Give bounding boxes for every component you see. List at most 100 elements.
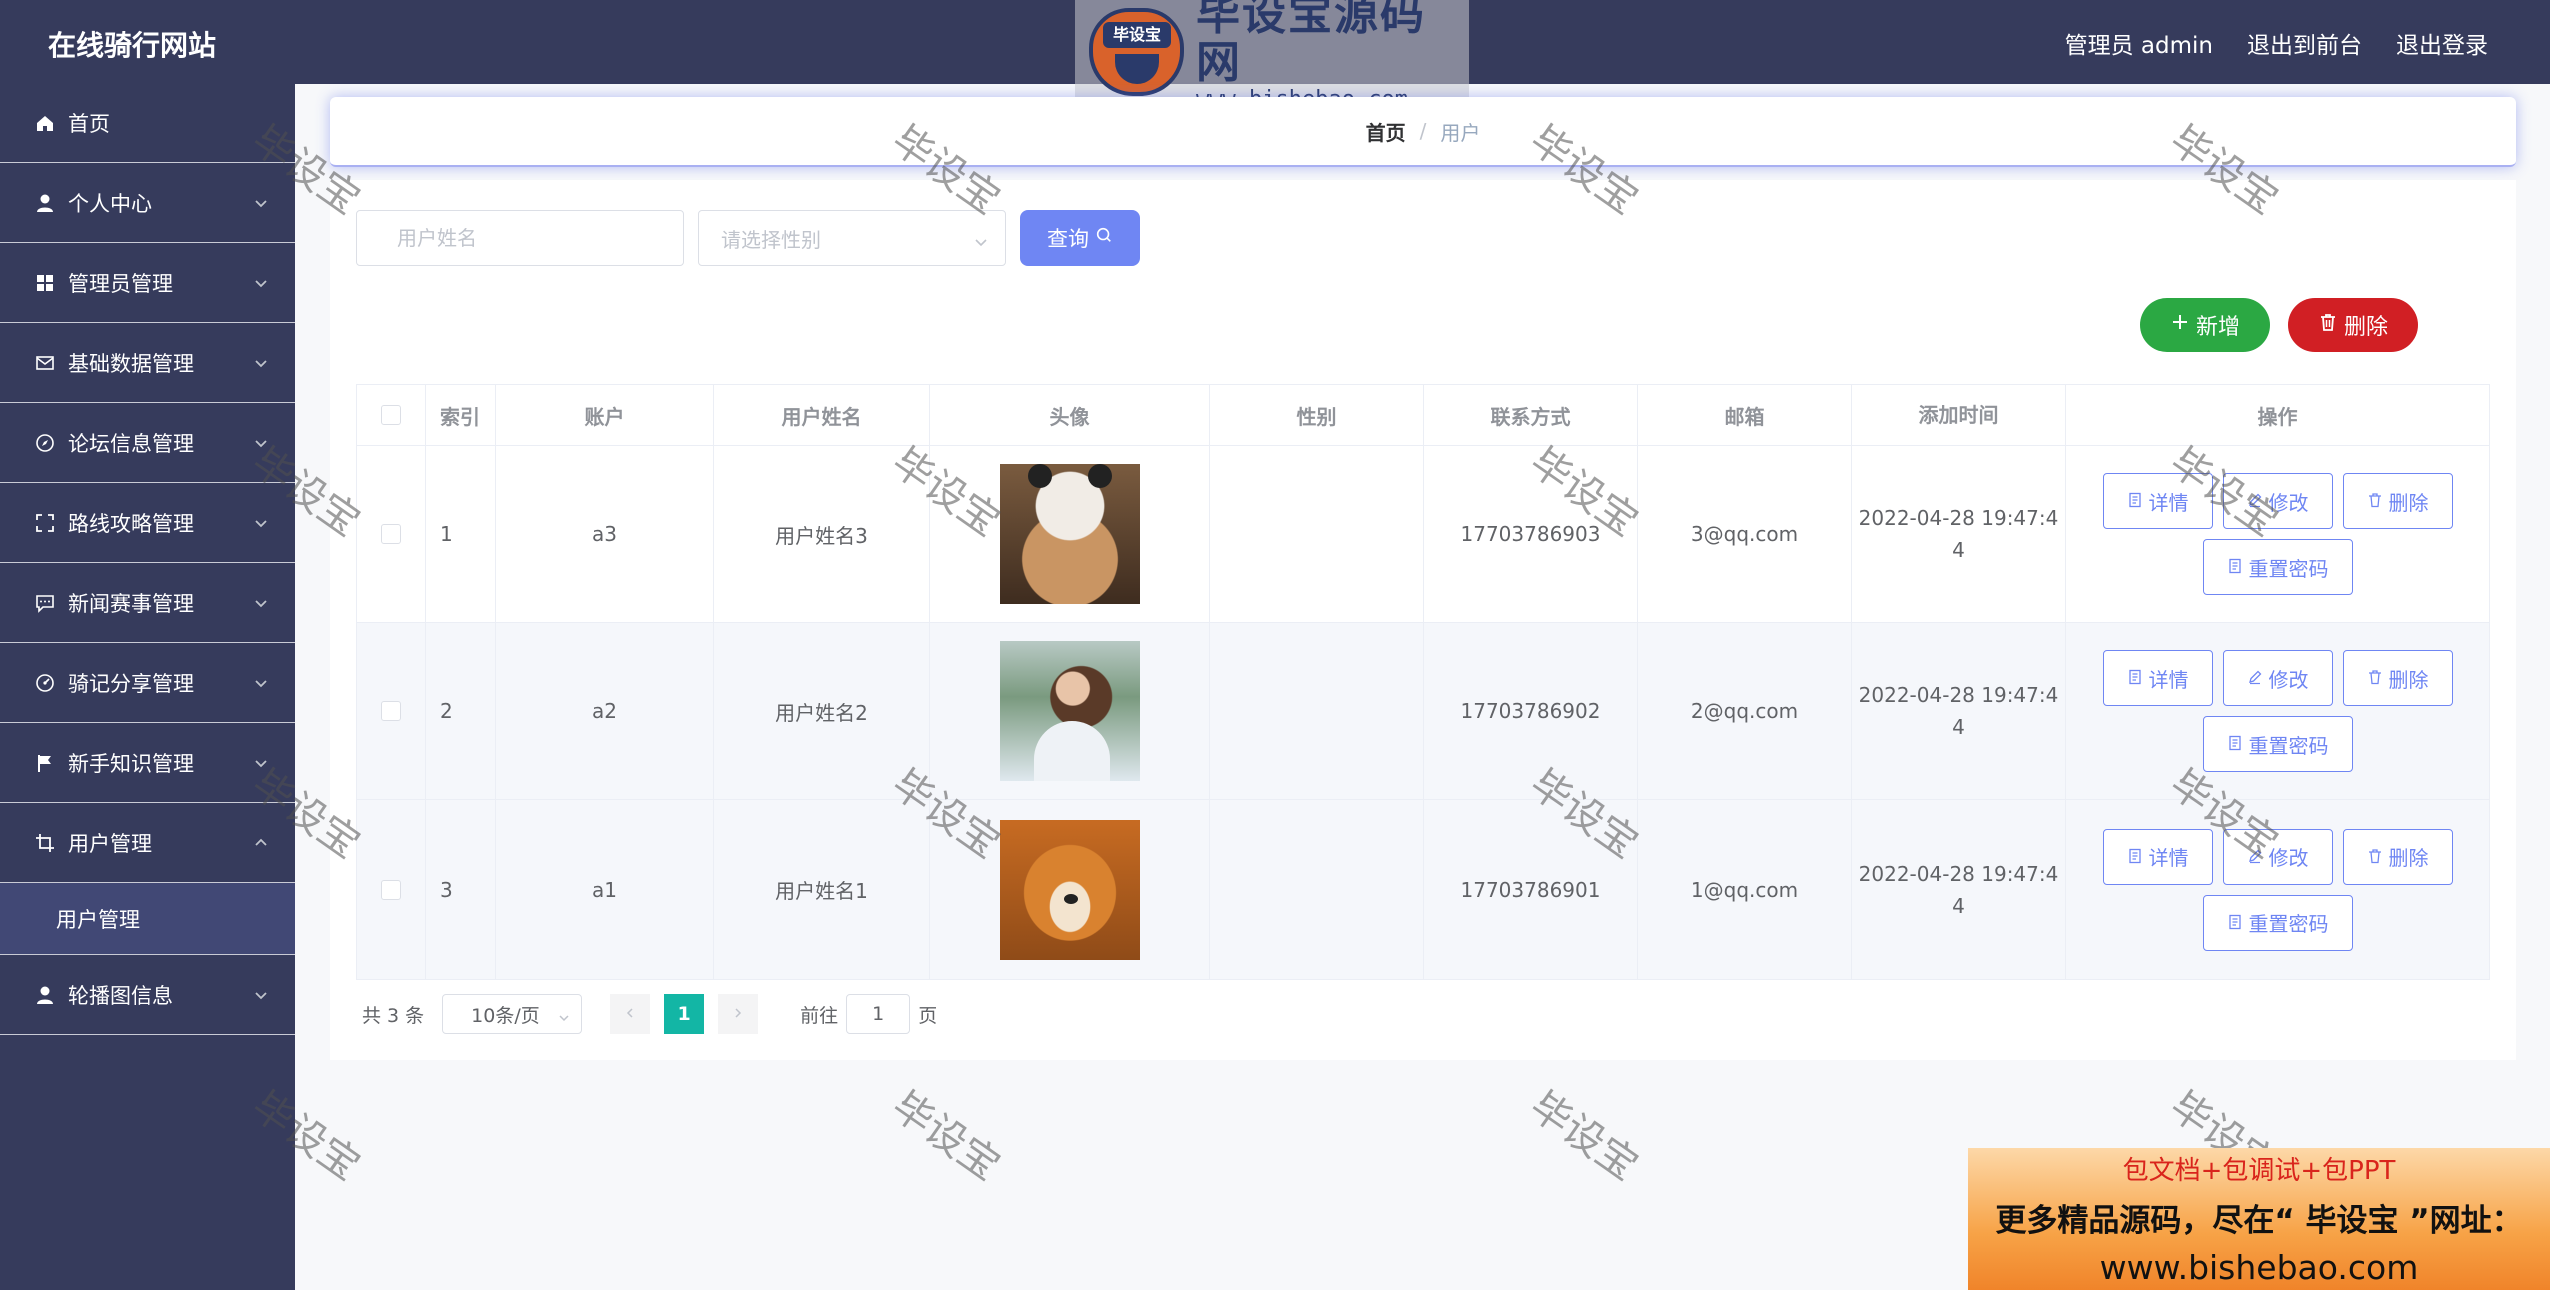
plus-icon xyxy=(2170,312,2190,338)
sidebar-item-carousel[interactable]: 轮播图信息 xyxy=(0,955,295,1035)
row-add-time-line2: 4 xyxy=(1952,893,1965,918)
detail-button[interactable]: 详情 xyxy=(2102,828,2213,885)
user-table: 索引 账户 用户姓名 头像 性别 联系方式 邮箱 添加时间 操作 1 a3 用户… xyxy=(356,384,2490,980)
page-size-select[interactable]: 10条/页 xyxy=(442,994,583,1034)
row-account: a1 xyxy=(496,800,714,979)
chevron-down-icon xyxy=(253,435,269,451)
reset-password-button[interactable]: 重置密码 xyxy=(2202,716,2353,772)
ad-banner[interactable]: 包文档+包调试+包PPT 更多精品源码，尽在“ 毕设宝 ”网址： www.bis… xyxy=(1968,1148,2550,1290)
logo-badge-text: 毕设宝 xyxy=(1103,22,1171,48)
next-page-button[interactable] xyxy=(718,994,759,1034)
row-operations: 详情 修改 删除 重置密码 xyxy=(2066,446,2490,622)
detail-button[interactable]: 详情 xyxy=(2102,650,2213,706)
edit-icon xyxy=(2247,666,2263,690)
header-account: 账户 xyxy=(496,385,714,445)
sidebar-item-label: 轮播图信息 xyxy=(68,983,173,1008)
sidebar-item-user-manage[interactable]: 用户管理 xyxy=(0,803,295,883)
sidebar-item-label: 管理员管理 xyxy=(68,271,173,296)
trash-icon xyxy=(2318,312,2338,338)
chat-icon xyxy=(34,592,56,614)
search-icon xyxy=(1095,226,1113,250)
table-row: 2 a2 用户姓名2 17703786902 2@qq.com 2022-04-… xyxy=(356,623,2490,800)
row-account: a3 xyxy=(496,446,714,622)
edit-button[interactable]: 修改 xyxy=(2222,473,2333,529)
admin-label[interactable]: 管理员 admin xyxy=(2065,26,2213,60)
delete-button[interactable]: 删除 xyxy=(2342,473,2453,529)
row-phone: 17703786902 xyxy=(1424,623,1638,799)
watermark: 毕设宝 xyxy=(883,1083,1009,1190)
edit-button[interactable]: 修改 xyxy=(2222,828,2333,885)
sidebar-item-route-guide[interactable]: 路线攻略管理 xyxy=(0,483,295,563)
app-title: 在线骑行网站 xyxy=(48,29,217,62)
chevron-down-icon xyxy=(253,515,269,531)
trash-icon xyxy=(2367,489,2383,513)
edit-icon xyxy=(2247,845,2263,869)
row-account: a2 xyxy=(496,623,714,799)
logo-face xyxy=(1115,54,1159,84)
sidebar-item-news[interactable]: 新闻赛事管理 xyxy=(0,563,295,643)
sidebar-item-forum[interactable]: 论坛信息管理 xyxy=(0,403,295,483)
detail-button[interactable]: 详情 xyxy=(2102,473,2213,529)
batch-delete-button[interactable]: 删除 xyxy=(2288,298,2418,352)
row-gender xyxy=(1210,800,1424,979)
ad-line2: 更多精品源码，尽在“ 毕设宝 ”网址： xyxy=(1995,1203,2523,1239)
chevron-right-icon xyxy=(731,1003,745,1025)
sidebar-item-admin-manage[interactable]: 管理员管理 xyxy=(0,243,295,323)
logout-link[interactable]: 退出登录 xyxy=(2396,26,2488,60)
query-button[interactable]: 查询 xyxy=(1020,210,1140,266)
sidebar-item-basic-data[interactable]: 基础数据管理 xyxy=(0,323,295,403)
detail-button-label: 详情 xyxy=(2148,846,2189,870)
prev-page-button[interactable] xyxy=(610,994,651,1034)
breadcrumb-home[interactable]: 首页 xyxy=(1366,117,1406,146)
document-icon xyxy=(2127,489,2143,513)
sidebar-item-home[interactable]: 首页 xyxy=(0,84,295,163)
delete-button[interactable]: 删除 xyxy=(2342,650,2453,706)
sidebar-item-label: 首页 xyxy=(68,112,110,136)
user-name-search-input[interactable] xyxy=(356,210,684,266)
sidebar-subitem-user-manage[interactable]: 用户管理 xyxy=(0,883,295,955)
reset-password-button[interactable]: 重置密码 xyxy=(2202,894,2353,951)
pagination-total: 共 3 条 xyxy=(362,1004,425,1027)
gender-select-placeholder: 请选择性别 xyxy=(721,227,821,252)
page-number-button[interactable]: 1 xyxy=(664,994,705,1034)
row-add-time: 2022-04-28 19:47:4 4 xyxy=(1852,800,2066,979)
select-all-checkbox[interactable] xyxy=(381,405,401,425)
chevron-down-icon xyxy=(253,355,269,371)
gender-select[interactable]: 请选择性别 xyxy=(698,210,1006,266)
row-add-time-line2: 4 xyxy=(1952,538,1965,562)
sidebar-item-personal-center[interactable]: 个人中心 xyxy=(0,163,295,243)
document-icon xyxy=(2227,732,2243,756)
row-checkbox[interactable] xyxy=(381,879,401,900)
add-button[interactable]: 新增 xyxy=(2140,298,2270,352)
grid-icon xyxy=(34,272,56,294)
row-checkbox[interactable] xyxy=(381,524,401,544)
chevron-down-icon xyxy=(253,595,269,611)
avatar xyxy=(999,819,1140,960)
edit-button[interactable]: 修改 xyxy=(2222,650,2333,706)
header-phone: 联系方式 xyxy=(1424,385,1638,445)
row-checkbox-cell xyxy=(356,623,426,799)
crop-icon xyxy=(34,832,56,854)
sidebar-item-ride-share[interactable]: 骑记分享管理 xyxy=(0,643,295,723)
row-email: 1@qq.com xyxy=(1638,800,1852,979)
ad-line3: www.bishebao.com xyxy=(2099,1248,2419,1287)
row-checkbox[interactable] xyxy=(381,701,401,721)
delete-button[interactable]: 删除 xyxy=(2342,828,2453,885)
header-email: 邮箱 xyxy=(1638,385,1852,445)
chevron-down-icon xyxy=(253,275,269,291)
delete-button-label: 删除 xyxy=(2388,490,2429,515)
user-icon xyxy=(34,192,56,214)
compass-icon xyxy=(34,432,56,454)
sidebar-item-beginner[interactable]: 新手知识管理 xyxy=(0,723,295,803)
goto-page-input[interactable] xyxy=(846,994,911,1034)
ad-line1: 包文档+包调试+包PPT xyxy=(2122,1156,2396,1186)
reset-password-button[interactable]: 重置密码 xyxy=(2202,539,2353,595)
gauge-icon xyxy=(34,672,56,694)
user-icon xyxy=(34,984,56,1006)
row-user-name: 用户姓名2 xyxy=(714,623,930,799)
detail-button-label: 详情 xyxy=(2148,667,2189,692)
back-to-front-link[interactable]: 退出到前台 xyxy=(2247,26,2362,60)
chevron-down-icon xyxy=(253,987,269,1003)
row-add-time: 2022-04-28 19:47:4 4 xyxy=(1852,446,2066,622)
edit-button-label: 修改 xyxy=(2268,667,2309,692)
